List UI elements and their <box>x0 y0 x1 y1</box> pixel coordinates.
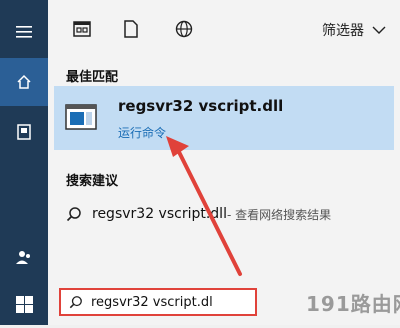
filter-label: 筛选器 <box>322 23 364 39</box>
hamburger-menu-button[interactable] <box>0 8 48 56</box>
best-match-title: regsvr32 vscript.dll <box>118 97 284 115</box>
documents-icon <box>17 124 31 140</box>
top-bar: 筛选器 <box>48 0 400 60</box>
documents-button[interactable] <box>0 108 48 156</box>
windows-start-icon <box>15 295 33 313</box>
start-button[interactable] <box>0 280 48 328</box>
suggestion-web-hint: - 查看网络搜索结果 <box>226 207 332 222</box>
people-icon <box>16 251 30 264</box>
best-match-heading: 最佳匹配 <box>66 70 119 85</box>
best-match-result[interactable]: regsvr32 vscript.dll 运行命令 <box>54 86 394 150</box>
home-button[interactable] <box>0 58 48 106</box>
people-button[interactable] <box>0 234 48 282</box>
suggestions-heading: 搜索建议 <box>66 174 119 189</box>
search-icon <box>66 207 81 222</box>
suggestion-query: regsvr32 vscript.dll <box>92 206 227 222</box>
watermark: 191路由网 <box>306 292 400 316</box>
chevron-down-icon <box>372 26 386 34</box>
search-input[interactable]: regsvr32 vscript.dl <box>59 288 257 316</box>
best-match-subtitle: 运行命令 <box>118 126 167 140</box>
run-command-app-icon <box>65 104 97 130</box>
web-filter-button[interactable] <box>172 17 196 41</box>
suggestion-item[interactable]: regsvr32 vscript.dll - 查看网络搜索结果 <box>54 198 394 230</box>
apps-icon <box>73 21 91 37</box>
search-input-value: regsvr32 vscript.dl <box>91 294 213 310</box>
documents-icon <box>124 20 138 38</box>
menu-icon <box>16 26 32 38</box>
apps-filter-button[interactable] <box>70 17 94 41</box>
filter-dropdown[interactable]: 筛选器 <box>322 19 386 41</box>
web-icon <box>175 20 193 38</box>
left-rail <box>0 0 48 325</box>
search-panel: 筛选器 最佳匹配 regsvr32 vscript.dll 运行命令 搜索建议 … <box>48 0 400 325</box>
home-icon <box>17 74 31 89</box>
documents-filter-button[interactable] <box>119 17 143 41</box>
search-icon <box>69 296 82 309</box>
